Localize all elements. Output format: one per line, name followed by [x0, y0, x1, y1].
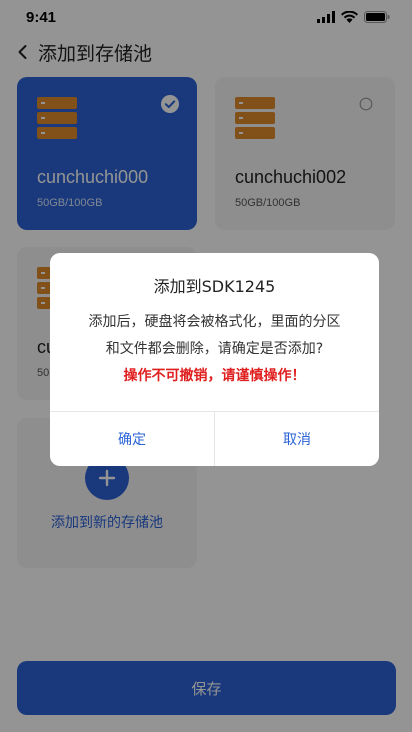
confirm-button[interactable]: 确定 — [50, 412, 214, 466]
dialog-message-line2: 和文件都会删除，请确定是否添加? — [105, 341, 324, 357]
dialog-message-line1: 添加后，硬盘将会被格式化，里面的分区 — [88, 314, 341, 330]
dialog-warning: 操作不可撤销，请谨慎操作！ — [123, 368, 306, 384]
dialog-message: 添加后，硬盘将会被格式化，里面的分区 和文件都会删除，请确定是否添加? — [72, 309, 357, 363]
cancel-button[interactable]: 取消 — [215, 412, 379, 466]
dialog-title: 添加到SDK1245 — [153, 277, 276, 296]
confirm-dialog: 添加到SDK1245 添加后，硬盘将会被格式化，里面的分区 和文件都会删除，请确… — [50, 253, 379, 466]
